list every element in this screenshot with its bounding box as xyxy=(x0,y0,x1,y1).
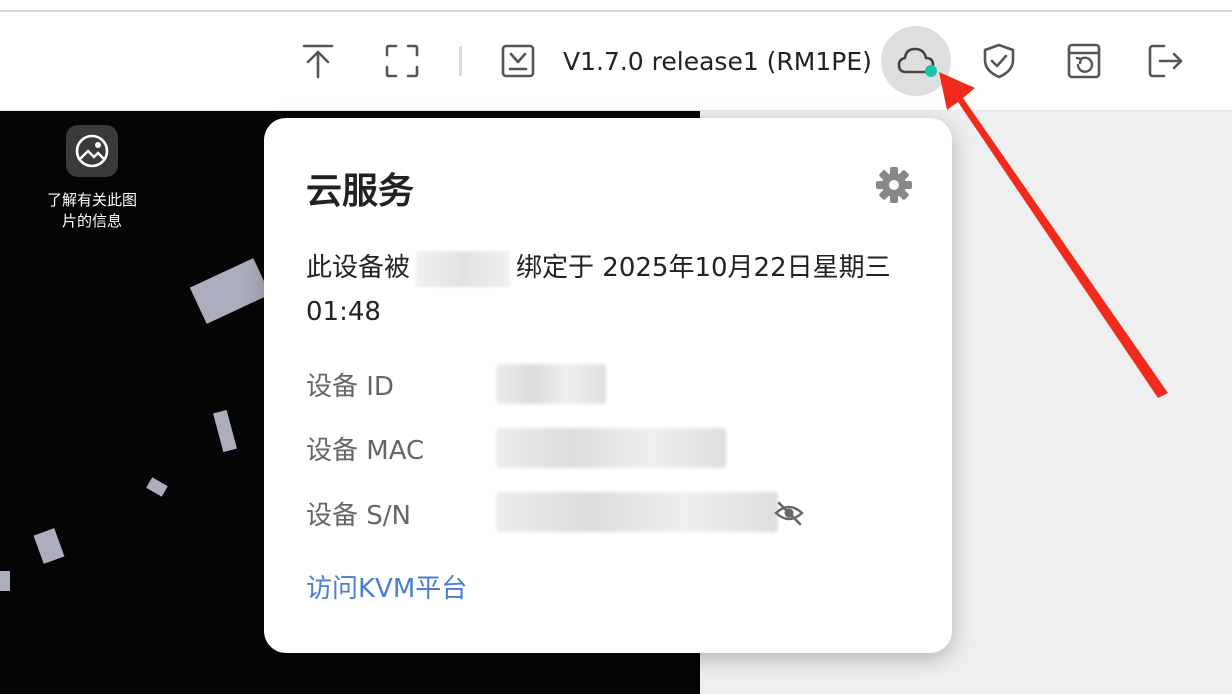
fullscreen-button[interactable] xyxy=(367,26,437,96)
fullscreen-icon xyxy=(385,44,419,78)
video-artifact xyxy=(213,409,237,453)
toolbar-separator xyxy=(459,46,462,76)
toolbar: V1.7.0 release1 (RM1PE) xyxy=(0,12,1232,111)
download-icon xyxy=(501,44,535,78)
upload-button[interactable] xyxy=(283,26,353,96)
gear-icon[interactable] xyxy=(875,166,913,204)
visual-lookup-icon xyxy=(75,134,109,168)
visual-lookup-label: 了解有关此图片的信息 xyxy=(46,191,137,230)
device-mac-label: 设备 MAC xyxy=(306,436,425,466)
video-artifact xyxy=(0,571,10,591)
cloud-service-popover: 云服务 此设备被 绑定于 2025年10月22日星期三 01:48 设备 ID 设… xyxy=(264,118,952,653)
top-border xyxy=(0,0,1232,12)
popover-title: 云服务 xyxy=(306,171,415,212)
logout-button[interactable] xyxy=(1131,26,1201,96)
binding-info: 此设备被 绑定于 2025年10月22日星期三 01:48 xyxy=(306,246,906,334)
logout-icon xyxy=(1148,44,1183,78)
video-artifact xyxy=(33,528,65,564)
bound-user-redacted xyxy=(416,250,511,287)
security-button[interactable] xyxy=(964,26,1034,96)
eye-off-icon[interactable] xyxy=(774,499,804,527)
download-button[interactable] xyxy=(483,26,553,96)
video-artifact xyxy=(146,477,168,497)
upload-icon xyxy=(302,44,334,79)
device-mac-value-redacted xyxy=(496,428,726,468)
video-artifact xyxy=(189,258,271,324)
device-id-value-redacted xyxy=(496,364,606,404)
cloud-status-dot xyxy=(925,65,937,77)
restore-icon xyxy=(1067,43,1101,79)
visit-kvm-platform-link[interactable]: 访问KVM平台 xyxy=(306,568,467,605)
shield-check-icon xyxy=(983,43,1015,79)
visual-lookup-button[interactable] xyxy=(66,125,118,177)
restore-button[interactable] xyxy=(1049,26,1119,96)
device-sn-label: 设备 S/N xyxy=(306,501,411,531)
device-sn-value-redacted xyxy=(496,492,778,532)
firmware-version: V1.7.0 release1 (RM1PE) xyxy=(563,47,872,76)
device-id-label: 设备 ID xyxy=(306,372,394,402)
binding-prefix: 此设备被 xyxy=(306,253,411,283)
cloud-service-button[interactable] xyxy=(881,26,951,96)
